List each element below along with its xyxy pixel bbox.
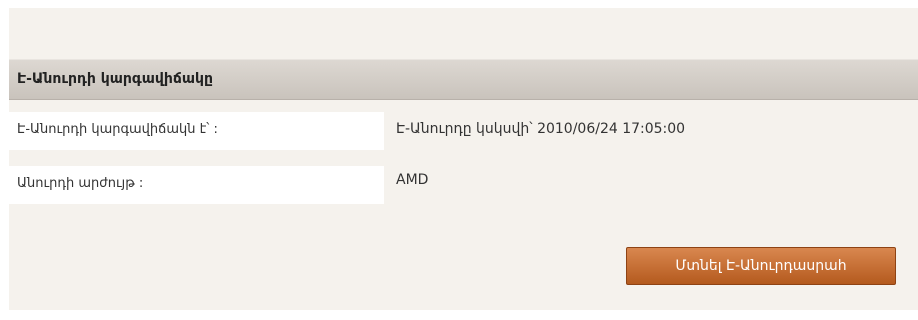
currency-value: AMD: [396, 172, 429, 188]
section-header: Է-Անուրդի կարգավիճակը: [9, 59, 918, 100]
status-value: Է-Անուրդը կսկսվի՝ 2010/06/24 17:05:00: [396, 121, 686, 137]
status-label-cell: Է-Անուրդի կարգավիճակն է՝ :: [9, 112, 384, 150]
enter-auction-hall-button[interactable]: Մտնել Է-Անուրդասրահ: [626, 247, 896, 285]
currency-label: Անուրդի արժույթ :: [17, 176, 144, 191]
currency-label-cell: Անուրդի արժույթ :: [9, 166, 384, 204]
section-title: Է-Անուրդի կարգավիճակը: [17, 71, 214, 87]
status-label: Է-Անուրդի կարգավիճակն է՝ :: [17, 122, 218, 137]
